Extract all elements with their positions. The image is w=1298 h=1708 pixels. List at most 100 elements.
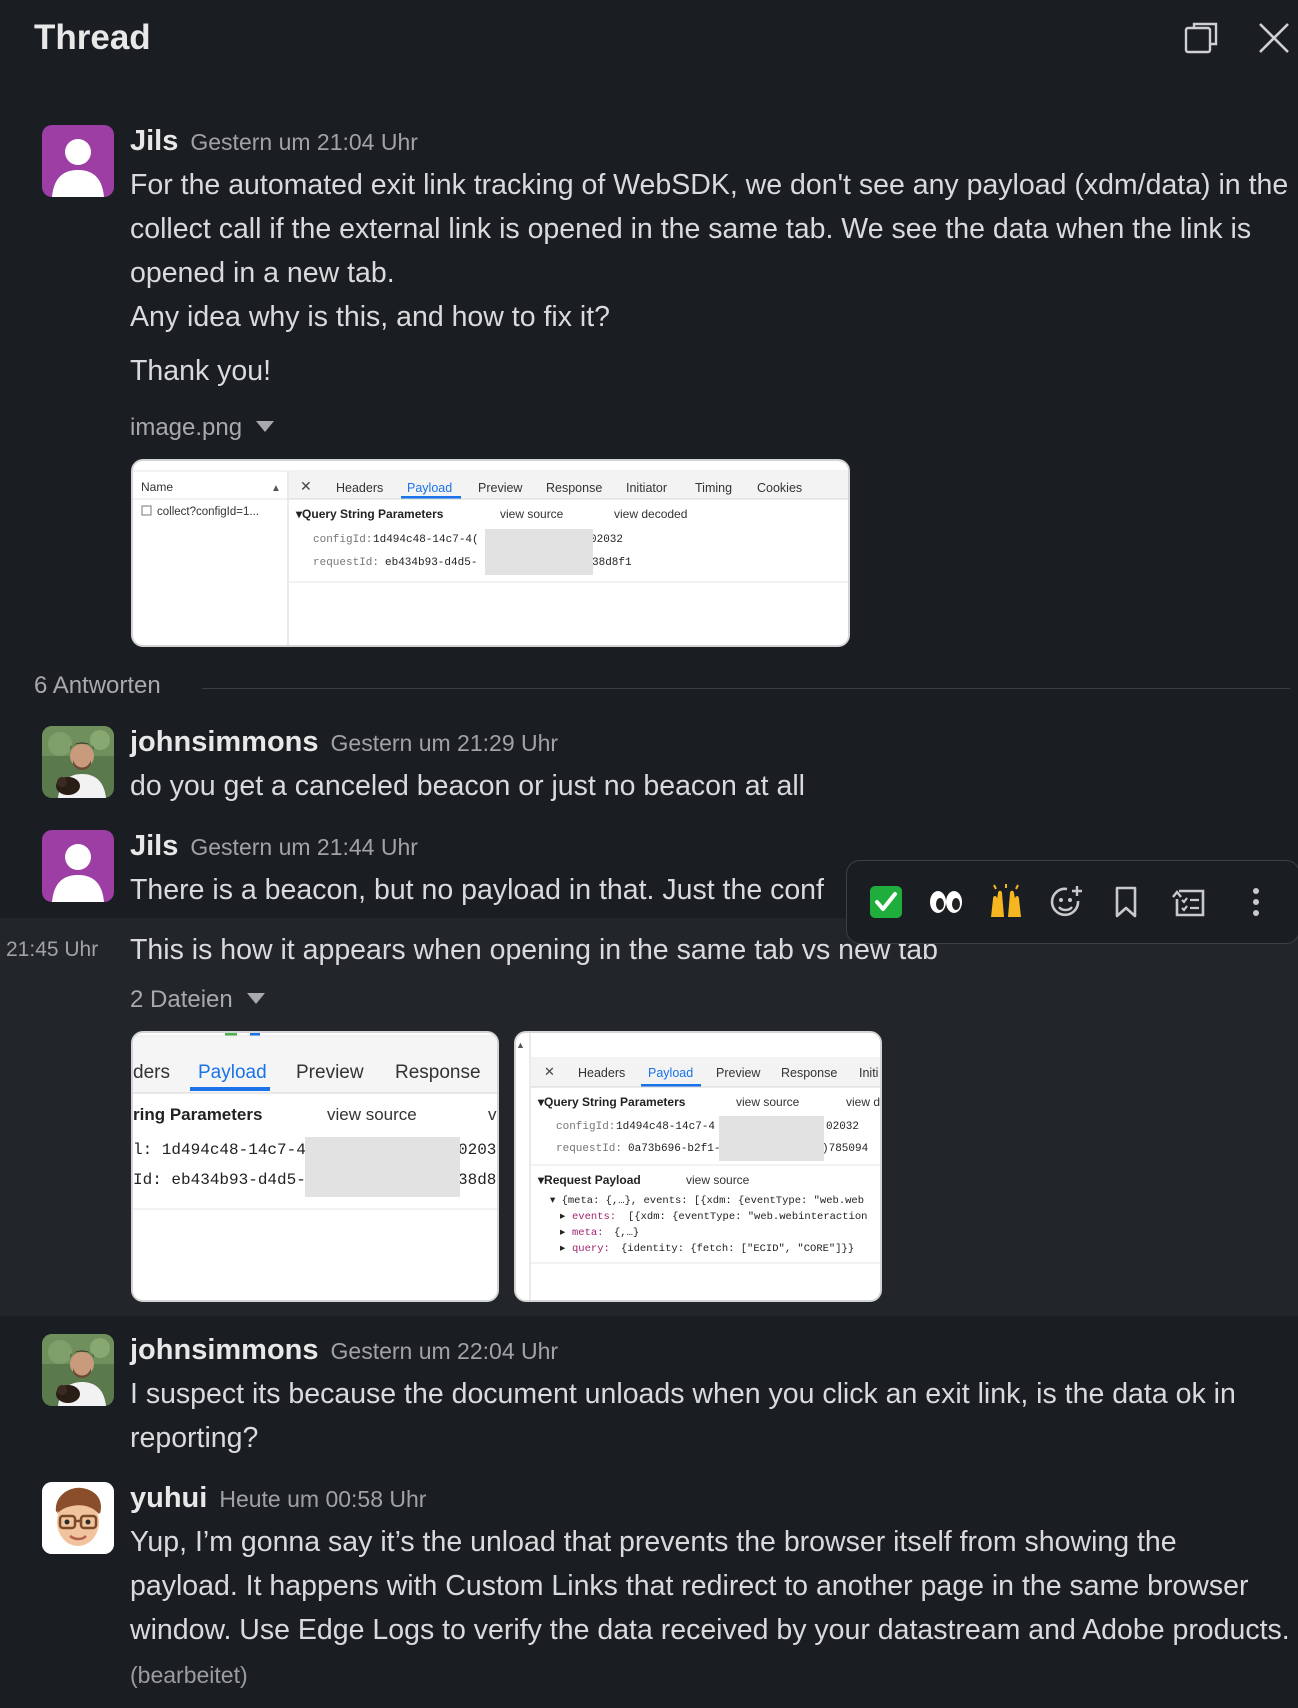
view-source-link: view source [500,507,564,521]
message-text: I suspect its because the document unloa… [130,1378,1236,1454]
param-row: 0203 [458,1141,496,1159]
reply-count: 6 Antworten [34,672,161,699]
devtools-tab: Initiator [626,481,667,495]
check-mark-icon [870,886,902,918]
add-reaction-icon [1050,886,1082,917]
devtools-tab: Preview [716,1066,761,1080]
thread-title: Thread [34,18,151,57]
attachment-label: image.png [130,414,243,441]
avatar[interactable] [42,830,114,902]
view-source-link: view source [736,1095,800,1109]
avatar[interactable] [42,726,114,798]
param-value: eb434b93-d4d5- [385,557,477,569]
request-name: collect?configId=1... [157,506,259,518]
reaction-raised-hands-button[interactable] [981,877,1031,927]
devtools-tab: Preview [478,481,523,495]
reaction-check-button[interactable] [861,877,911,927]
param-row: Id: eb434b93-d4d5- [133,1171,306,1189]
devtools-tab: Response [395,1062,481,1083]
attachment-toggle[interactable]: 2 Dateien [130,986,265,1014]
timestamp[interactable]: Gestern um 22:04 Uhr [331,1338,559,1364]
param-row: 38d8 [458,1171,496,1189]
eyes-icon [930,891,962,913]
devtools-tab: Timing [695,481,732,495]
param-value: 1d494c48-14c7-4( [373,534,479,546]
svg-text:▸: ▸ [560,1227,566,1239]
author-name[interactable]: Jils [130,125,178,157]
close-icon: ✕ [300,478,312,494]
section-title: ▾Request Payload [537,1173,641,1187]
devtools-tab: Headers [578,1066,625,1080]
raised-hands-icon [991,884,1021,917]
close-button[interactable] [1254,18,1294,58]
param-value: 38d8f1 [592,557,632,569]
message-text: Any idea why is this, and how to fix it? [130,301,610,333]
param-value: 02032 [590,534,623,546]
save-for-later-button[interactable] [1101,877,1151,927]
thread-header: Thread [0,0,1298,78]
more-actions-icon [1253,888,1259,916]
image-attachment[interactable]: ders Payload Preview Response ring Param… [131,1031,499,1302]
image-attachment[interactable]: ▲ ✕ Headers Payload Preview Response Ini… [514,1031,882,1302]
author-name[interactable]: Jils [130,830,178,862]
devtools-tab: Initi [859,1066,878,1080]
add-reaction-button[interactable] [1041,877,1091,927]
param-key: configId: [313,534,372,546]
avatar[interactable] [42,1482,114,1554]
devtools-tab: Response [546,481,602,495]
attachment-toggle[interactable]: image.png [130,414,275,442]
user-silhouette-icon [42,830,114,902]
section-title: ▾Query String Parameters [295,507,444,521]
devtools-tab-active: Payload [407,481,452,495]
section-title: ring Parameters [133,1105,262,1124]
message-actions-toolbar [846,860,1298,944]
author-name[interactable]: johnsimmons [130,726,319,758]
avatar[interactable] [42,125,114,197]
devtools-tab: Headers [336,481,383,495]
message-body: For the automated exit link tracking of … [130,163,1290,393]
more-actions-button[interactable] [1231,877,1281,927]
message-text: do you get a canceled beacon or just no … [130,770,805,802]
param-value: 02032 [826,1121,859,1133]
devtools-tab-active: Payload [648,1066,693,1080]
hover-timestamp[interactable]: 21:45 Uhr [6,938,98,962]
close-icon: ✕ [544,1064,555,1079]
memoji-avatar-icon [42,1482,114,1554]
view-decoded-link: view decoded [614,507,687,521]
message-text: For the automated exit link tracking of … [130,169,1289,289]
author-name[interactable]: johnsimmons [130,1334,319,1366]
message-text: Thank you! [130,355,271,387]
param-key: requestId: [556,1143,622,1155]
name-column-header: Name [141,480,173,494]
avatar[interactable] [42,1334,114,1406]
payload-key: query: [572,1243,610,1255]
message-body: Yup, I’m gonna say it’s the unload that … [130,1520,1290,1697]
caret-down-icon [246,993,265,1005]
timestamp[interactable]: Gestern um 21:44 Uhr [190,834,418,860]
payload-line: ▾ {meta: {,…}, events: [{xdm: {eventType… [550,1195,864,1207]
param-row: l: 1d494c48-14c7-4( [133,1141,315,1159]
devtools-tab: Preview [296,1062,364,1083]
view-source-link: view source [686,1173,750,1187]
section-title: ▾Query String Parameters [537,1095,686,1109]
forward-message-button[interactable] [1165,877,1215,927]
attachment-label: 2 Dateien [130,986,233,1013]
timestamp[interactable]: Gestern um 21:29 Uhr [331,730,559,756]
devtools-tab-active: Payload [198,1062,267,1083]
reaction-eyes-button[interactable] [921,877,971,927]
param-key: configId: [556,1121,615,1133]
user-silhouette-icon [42,125,114,197]
timestamp[interactable]: Heute um 00:58 Uhr [219,1486,426,1512]
author-name[interactable]: yuhui [130,1482,207,1514]
svg-text:▸: ▸ [560,1243,566,1255]
image-attachment[interactable]: Name ▲ collect?configId=1... ✕ Headers P… [131,459,850,647]
view-source-link: view source [327,1105,417,1124]
payload-key: meta: [572,1227,604,1239]
param-value: 1d494c48-14c7-4 [616,1121,715,1133]
open-in-window-icon [1184,22,1218,54]
open-in-window-button[interactable] [1182,18,1222,58]
message-text: Yup, I’m gonna say it’s the unload that … [130,1526,1290,1646]
svg-text:▲: ▲ [271,483,281,494]
devtools-screenshot: Name ▲ collect?configId=1... ✕ Headers P… [133,461,848,645]
timestamp[interactable]: Gestern um 21:04 Uhr [190,129,418,155]
